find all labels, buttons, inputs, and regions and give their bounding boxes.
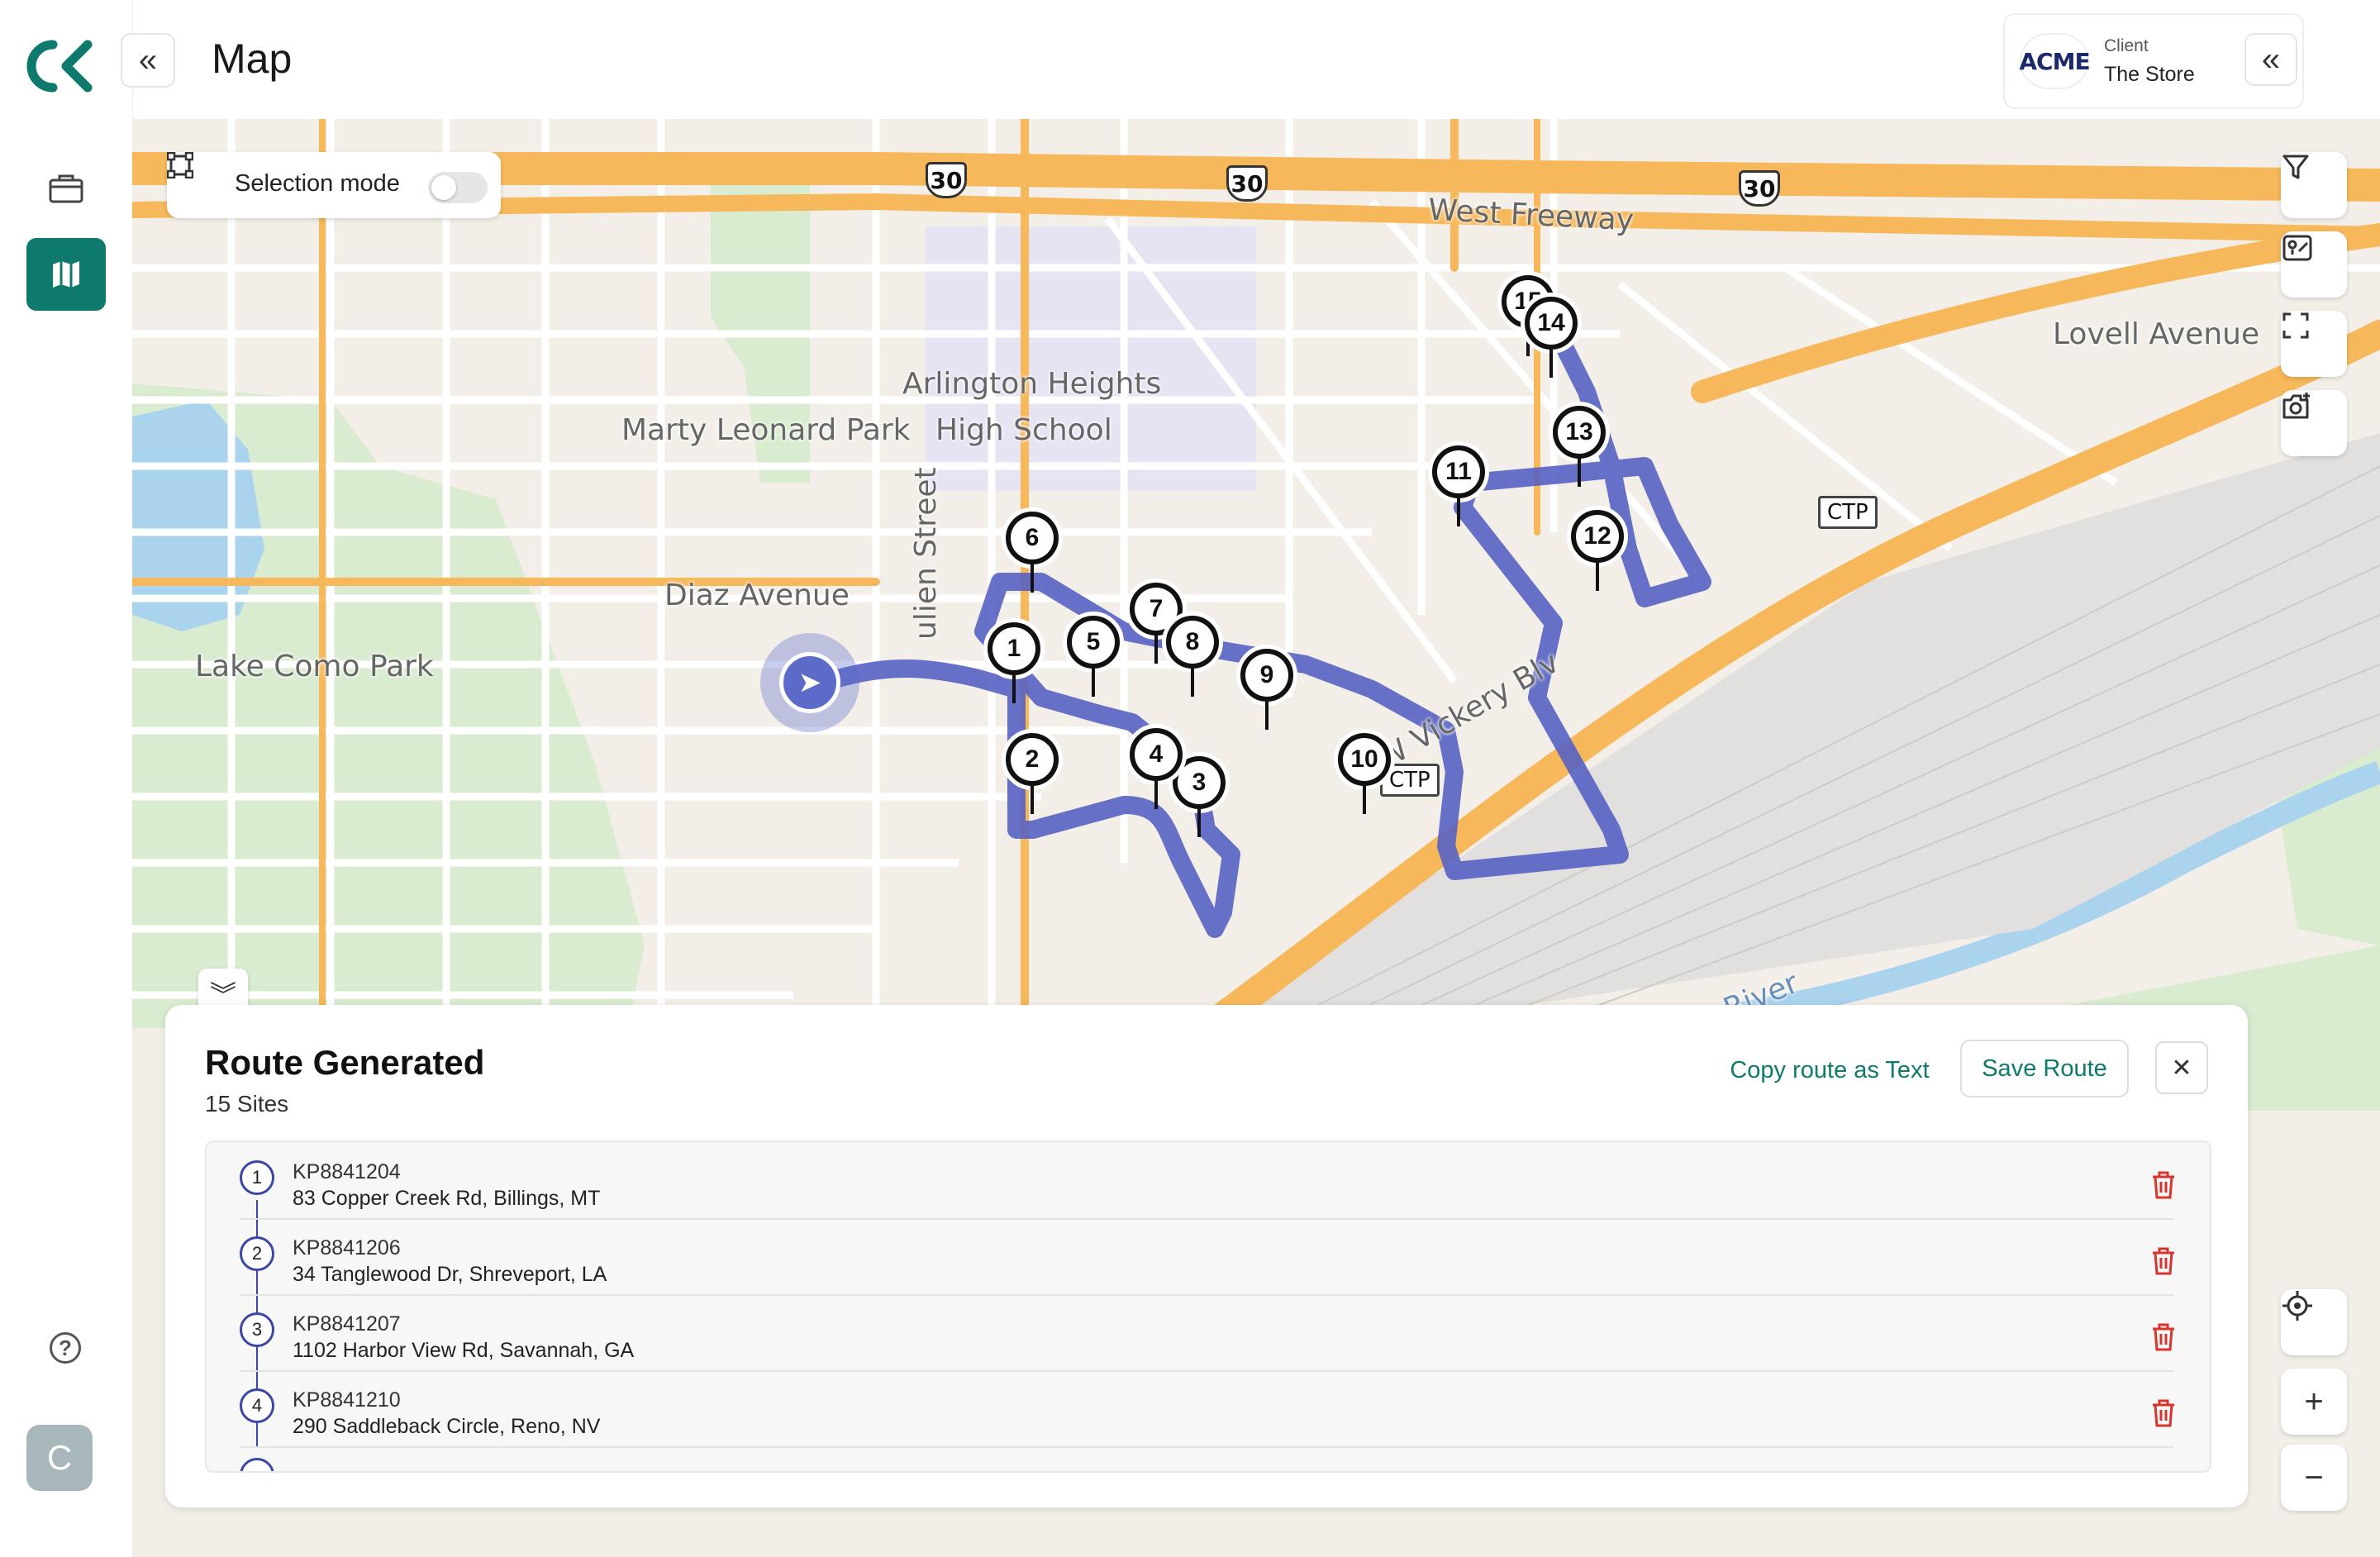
route-site-list[interactable]: 1 KP8841204 83 Copper Creek Rd, Billings…	[205, 1140, 2211, 1473]
navigation-arrow-icon: ➤	[779, 652, 840, 713]
close-panel-button[interactable]: ✕	[2155, 1041, 2208, 1094]
minus-icon: −	[2304, 1459, 2324, 1496]
zoom-out-button[interactable]: −	[2281, 1445, 2347, 1511]
interstate-shield: 30	[926, 162, 967, 198]
help-icon[interactable]: ?	[50, 1332, 81, 1364]
map-label-lovell: Lovell Avenue	[2053, 317, 2260, 351]
client-panel-toggle[interactable]: «	[2244, 33, 2297, 86]
stop-pin-12[interactable]: 12	[1567, 506, 1628, 591]
stop-number: 1	[240, 1160, 274, 1195]
route-map-icon	[2282, 235, 2312, 261]
route-planner-button[interactable]	[2281, 231, 2347, 298]
site-address: 1102 Harbor View Rd, Savannah, GA	[293, 1339, 635, 1362]
filter-icon	[2282, 155, 2309, 179]
crosshair-icon	[2282, 1291, 2312, 1321]
selection-square-icon	[167, 152, 193, 179]
selection-mode-label: Selection mode	[235, 170, 400, 197]
stop-pin-1[interactable]: 1	[983, 618, 1045, 703]
list-item[interactable]: 2 KP8841206 34 Tanglewood Dr, Shreveport…	[240, 1218, 2174, 1296]
route-panel: Route Generated 15 Sites Copy route as T…	[165, 1005, 2248, 1507]
portfolio-nav-button[interactable]	[26, 152, 106, 225]
trash-icon[interactable]	[2150, 1322, 2177, 1352]
stop-pin-4[interactable]: 4	[1126, 724, 1187, 809]
map-label-diaz: Diaz Avenue	[664, 579, 850, 612]
fullscreen-icon	[2282, 312, 2309, 339]
site-id: KP8841207	[293, 1312, 401, 1336]
interstate-shield: 30	[1226, 165, 1268, 202]
list-item[interactable]: 3 KP8841207 1102 Harbor View Rd, Savanna…	[240, 1294, 2174, 1372]
selection-mode-toggle[interactable]	[428, 172, 488, 203]
list-item[interactable]: 4 KP8841210 290 Saddleback Circle, Reno,…	[240, 1370, 2174, 1448]
filter-button[interactable]	[2281, 152, 2347, 218]
trash-icon[interactable]	[2150, 1170, 2177, 1200]
route-site-count: 15 Sites	[205, 1091, 289, 1117]
map-label-julien: ulien Street	[909, 467, 943, 640]
trash-icon[interactable]	[2150, 1398, 2177, 1428]
site-id: KP8841210	[293, 1388, 401, 1412]
screenshot-button[interactable]	[2281, 390, 2347, 456]
stop-pin-10[interactable]: 10	[1334, 729, 1395, 814]
map-label-lake-como: Lake Como Park	[195, 650, 434, 683]
stop-pin-13[interactable]: 13	[1549, 402, 1610, 487]
save-route-button[interactable]: Save Route	[1960, 1040, 2129, 1098]
page-title: Map	[212, 36, 293, 82]
stop-number: 3	[240, 1312, 274, 1347]
briefcase-icon	[49, 174, 83, 203]
collapse-sidebar-button[interactable]: «	[121, 33, 175, 88]
stop-pin-5[interactable]: 5	[1063, 612, 1124, 697]
map-label-high-school: High School	[935, 413, 1112, 447]
stop-pin-11[interactable]: 11	[1428, 441, 1489, 526]
chevrons-left-icon: «	[138, 41, 158, 79]
route-title: Route Generated	[205, 1043, 485, 1082]
zoom-in-button[interactable]: +	[2281, 1369, 2347, 1435]
map-icon	[53, 261, 79, 288]
map-nav-button[interactable]	[26, 238, 106, 311]
stop-pin-2[interactable]: 2	[1002, 729, 1063, 814]
client-name: The Store	[2104, 63, 2195, 86]
my-location-button[interactable]	[2281, 1289, 2347, 1355]
client-logo: ACME	[2019, 35, 2091, 88]
map-label-marty-park: Marty Leonard Park	[621, 413, 911, 447]
stop-number	[240, 1458, 274, 1471]
stop-number: 2	[240, 1236, 274, 1271]
plus-icon: +	[2304, 1383, 2324, 1420]
fullscreen-button[interactable]	[2281, 311, 2347, 377]
stop-number: 4	[240, 1388, 274, 1423]
chevrons-left-icon: «	[2261, 40, 2281, 78]
map-label-arlington: Arlington Heights	[902, 367, 1162, 401]
copy-route-text-button[interactable]: Copy route as Text	[1706, 1041, 1954, 1099]
site-address: 83 Copper Creek Rd, Billings, MT	[293, 1187, 601, 1210]
list-item[interactable]: 1 KP8841204 83 Copper Creek Rd, Billings…	[240, 1142, 2174, 1220]
list-item-partial	[240, 1446, 2173, 1471]
stop-pin-9[interactable]: 9	[1236, 645, 1297, 730]
site-address: 290 Saddleback Circle, Reno, NV	[293, 1415, 601, 1438]
camera-plus-icon	[2282, 393, 2310, 419]
user-avatar[interactable]: C	[26, 1425, 93, 1491]
site-id: KP8841204	[293, 1160, 401, 1183]
stop-pin-8[interactable]: 8	[1162, 612, 1223, 697]
stop-pin-14[interactable]: 14	[1521, 293, 1582, 378]
selection-mode-control: Selection mode	[167, 152, 501, 218]
start-location-marker[interactable]: ➤	[760, 633, 859, 732]
site-id: KP8841206	[293, 1236, 401, 1259]
client-label: Client	[2104, 36, 2149, 55]
interstate-shield: 30	[1739, 170, 1780, 207]
stop-pin-6[interactable]: 6	[1002, 507, 1063, 593]
ctp-label: CTP	[1818, 496, 1878, 529]
left-rail: ? C	[0, 0, 133, 1557]
trash-icon[interactable]	[2150, 1246, 2177, 1276]
app-logo	[26, 40, 93, 93]
site-address: 34 Tanglewood Dr, Shreveport, LA	[293, 1263, 607, 1286]
